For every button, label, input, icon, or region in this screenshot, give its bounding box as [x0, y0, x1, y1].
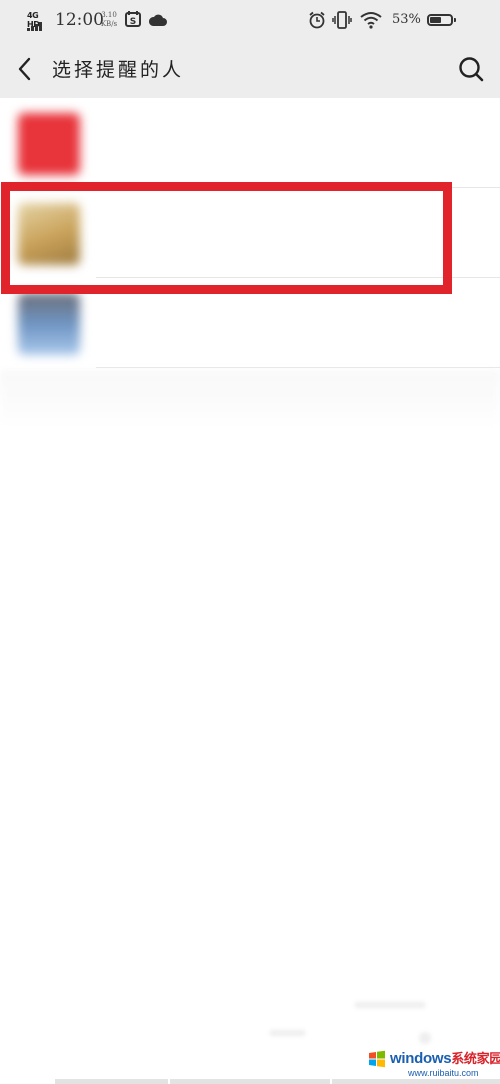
blurred-artifact	[270, 1002, 431, 1044]
title-bar: 选择提醒的人	[0, 40, 500, 98]
chevron-left-icon[interactable]	[10, 54, 40, 84]
contact-item[interactable]	[0, 98, 500, 188]
app-notification-icon: S	[125, 11, 141, 27]
cloud-icon	[148, 14, 167, 26]
battery-percent: 53%	[392, 12, 421, 27]
network-speed-unit: KB/s	[100, 20, 118, 28]
page-title: 选择提醒的人	[52, 59, 185, 81]
watermark-brand-cn: 系统家园	[451, 1052, 500, 1067]
blurred-row	[0, 370, 500, 430]
network-speed-value: 3.10	[101, 11, 117, 19]
divider	[96, 367, 500, 368]
vibrate-icon	[332, 11, 352, 29]
watermark-url: www.ruibaitu.com	[408, 1068, 479, 1078]
status-time: 12:00	[55, 10, 104, 30]
network-speed: 3.10 KB/s	[98, 11, 120, 29]
watermark: windows系统家园 www.ruibaitu.com	[368, 1046, 500, 1082]
windows-logo-icon	[369, 1050, 385, 1068]
search-icon[interactable]	[456, 54, 486, 84]
signal-icon: 4G HD	[27, 11, 49, 31]
contact-item[interactable]	[0, 188, 500, 278]
avatar	[18, 293, 80, 355]
avatar	[18, 203, 80, 265]
svg-text:S: S	[130, 17, 136, 27]
status-bar: 4G HD 12:00 3.10 KB/s S 53%	[0, 0, 500, 40]
watermark-brand: windows系统家园	[390, 1048, 500, 1067]
alarm-icon	[309, 11, 325, 29]
contact-item[interactable]	[0, 278, 500, 368]
status-bar-right: 53%	[308, 8, 478, 32]
wifi-icon	[360, 12, 382, 29]
avatar	[18, 113, 80, 175]
battery-icon	[427, 14, 456, 26]
contact-list	[0, 98, 500, 368]
watermark-brand-en: windows	[390, 1050, 452, 1067]
